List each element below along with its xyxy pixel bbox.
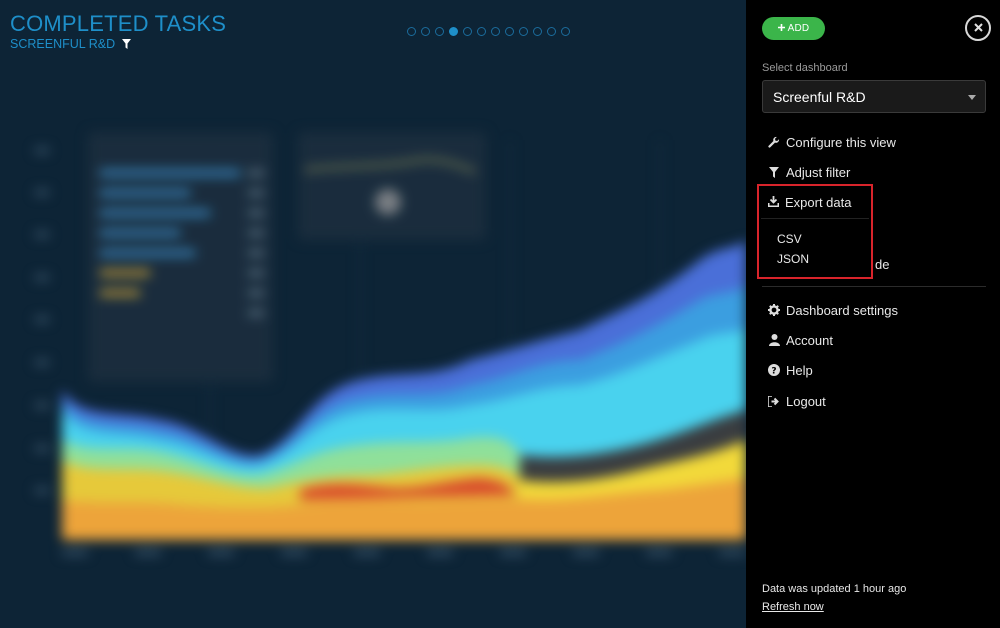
export-dropdown-divider [761, 218, 869, 219]
menu-divider [762, 286, 986, 287]
hidden-menu-item-tail[interactable]: de [875, 257, 889, 272]
filter-icon[interactable] [121, 38, 131, 52]
menu-item-dashboard-settings-label: Dashboard settings [786, 302, 899, 318]
menu-item-adjust-filter[interactable]: Adjust filter [768, 163, 850, 181]
blurred-chart-background [35, 132, 746, 555]
dashboard-select-value: Screenful R&D [773, 88, 866, 105]
select-dashboard-label: Select dashboard [762, 62, 848, 74]
close-button[interactable] [965, 15, 991, 41]
side-menu-panel: ADD Select dashboard Screenful R&D Confi… [746, 0, 1000, 628]
pager-dot[interactable] [533, 27, 542, 36]
plus-icon [777, 23, 785, 34]
export-option-csv[interactable]: CSV [777, 232, 802, 246]
menu-item-export-data[interactable]: Export data [768, 195, 852, 210]
dashboard-select[interactable]: Screenful R&D [762, 80, 986, 113]
export-data-dropdown: Export data CSV JSON [757, 184, 873, 279]
menu-item-account-label: Account [786, 332, 833, 348]
pager-dot[interactable] [463, 27, 472, 36]
export-option-json[interactable]: JSON [777, 252, 809, 266]
pager-dot[interactable] [407, 27, 416, 36]
sign-out-icon [768, 395, 780, 407]
chevron-down-icon [968, 95, 976, 100]
view-pager [407, 27, 570, 36]
close-icon [973, 19, 983, 37]
filter-icon [768, 166, 780, 178]
add-button-label: ADD [787, 23, 810, 34]
menu-item-configure[interactable]: Configure this view [768, 133, 896, 151]
dashboard-view: COMPLETED TASKS SCREENFUL R&D [0, 0, 746, 628]
pager-dot[interactable] [477, 27, 486, 36]
menu-item-account[interactable]: Account [768, 331, 833, 349]
pager-dot[interactable] [519, 27, 528, 36]
menu-item-adjust-filter-label: Adjust filter [786, 164, 851, 180]
pager-dot[interactable] [491, 27, 500, 36]
pager-dot[interactable] [435, 27, 444, 36]
gear-icon [768, 304, 780, 316]
menu-item-export-data-label: Export data [785, 195, 852, 210]
menu-item-configure-label: Configure this view [786, 134, 896, 150]
question-icon: ? [768, 364, 780, 376]
data-updated-text: Data was updated 1 hour ago [762, 583, 907, 595]
pager-dot[interactable] [505, 27, 514, 36]
refresh-now-link[interactable]: Refresh now [762, 601, 824, 613]
pager-dot[interactable] [547, 27, 556, 36]
menu-item-dashboard-settings[interactable]: Dashboard settings [768, 301, 898, 319]
dashboard-subtitle[interactable]: SCREENFUL R&D [10, 37, 131, 52]
pager-dot[interactable] [561, 27, 570, 36]
menu-item-help[interactable]: ? Help [768, 361, 813, 379]
menu-item-logout[interactable]: Logout [768, 392, 826, 410]
pager-dot[interactable] [421, 27, 430, 36]
user-icon [768, 334, 780, 346]
svg-text:?: ? [771, 366, 776, 376]
dashboard-title: COMPLETED TASKS [10, 11, 227, 36]
menu-item-logout-label: Logout [786, 393, 826, 409]
pager-dot[interactable] [449, 27, 458, 36]
wrench-icon [768, 136, 780, 148]
download-icon [768, 195, 779, 210]
menu-item-help-label: Help [786, 362, 813, 378]
add-button[interactable]: ADD [762, 17, 825, 40]
dashboard-subtitle-label: SCREENFUL R&D [10, 37, 116, 51]
